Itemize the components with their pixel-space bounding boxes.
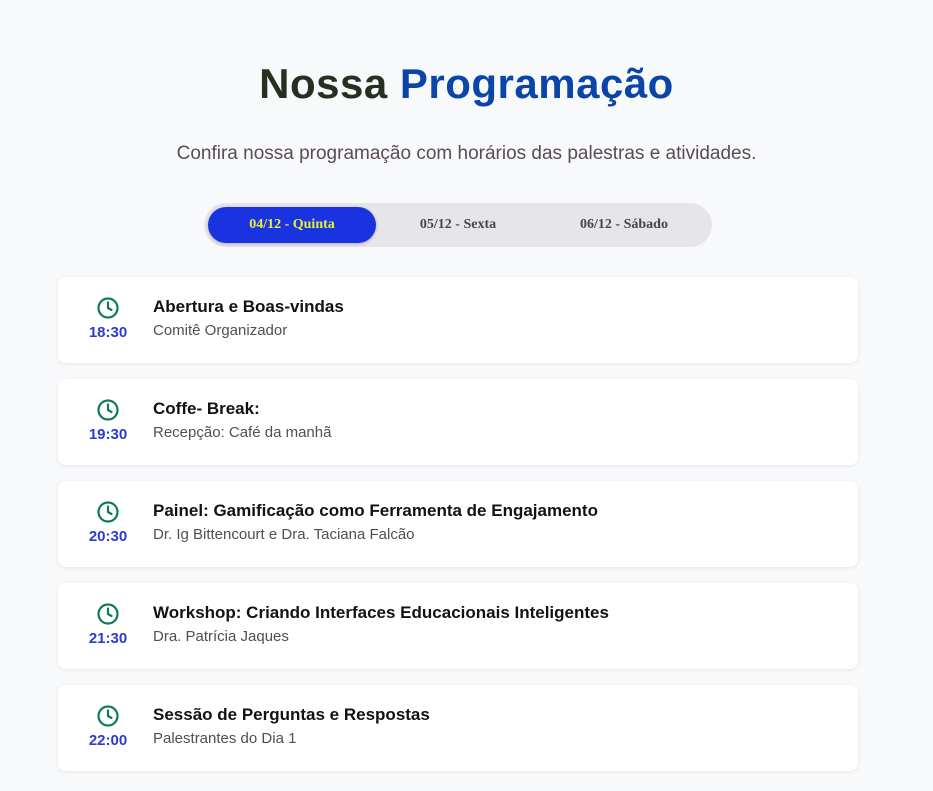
schedule-time: 19:30 [88,426,128,443]
schedule-item: 19:30 Coffe- Break: Recepção: Café da ma… [58,379,858,465]
schedule-item: 22:00 Sessão de Perguntas e Respostas Pa… [58,685,858,771]
schedule-title: Abertura e Boas-vindas [153,297,344,316]
day-tabs: 04/12 - Quinta 05/12 - Sexta 06/12 - Sáb… [204,203,712,247]
schedule-time: 18:30 [88,324,128,341]
clock-icon [97,297,119,319]
tab-day-1[interactable]: 04/12 - Quinta [208,207,376,243]
schedule-item: 20:30 Painel: Gamificação como Ferrament… [58,481,858,567]
page-title-part2: Programação [399,60,674,107]
schedule-time: 22:00 [88,732,128,749]
schedule-speaker: Dr. Ig Bittencourt e Dra. Taciana Falcão [153,526,415,543]
clock-icon [97,399,119,421]
schedule-speaker: Dra. Patrícia Jaques [153,628,289,645]
schedule-time: 20:30 [88,528,128,545]
clock-icon [97,501,119,523]
schedule-title: Workshop: Criando Interfaces Educacionai… [153,603,609,622]
clock-icon [97,603,119,625]
clock-icon [97,705,119,727]
schedule-speaker: Palestrantes do Dia 1 [153,730,297,747]
schedule-title: Painel: Gamificação como Ferramenta de E… [153,501,598,520]
tab-day-3[interactable]: 06/12 - Sábado [540,207,708,243]
schedule-title: Sessão de Perguntas e Respostas [153,705,430,724]
tab-day-2[interactable]: 05/12 - Sexta [374,207,542,243]
schedule-title: Coffe- Break: [153,399,260,418]
schedule-time: 21:30 [88,630,128,647]
schedule-item: 21:30 Workshop: Criando Interfaces Educa… [58,583,858,669]
page-title: Nossa Programação [0,58,933,110]
page-title-part1: Nossa [259,60,388,107]
schedule-speaker: Comitê Organizador [153,322,288,339]
schedule-speaker: Recepção: Café da manhã [153,424,332,441]
page-subtitle: Confira nossa programação com horários d… [176,143,757,164]
schedule-item: 18:30 Abertura e Boas-vindas Comitê Orga… [58,277,858,363]
